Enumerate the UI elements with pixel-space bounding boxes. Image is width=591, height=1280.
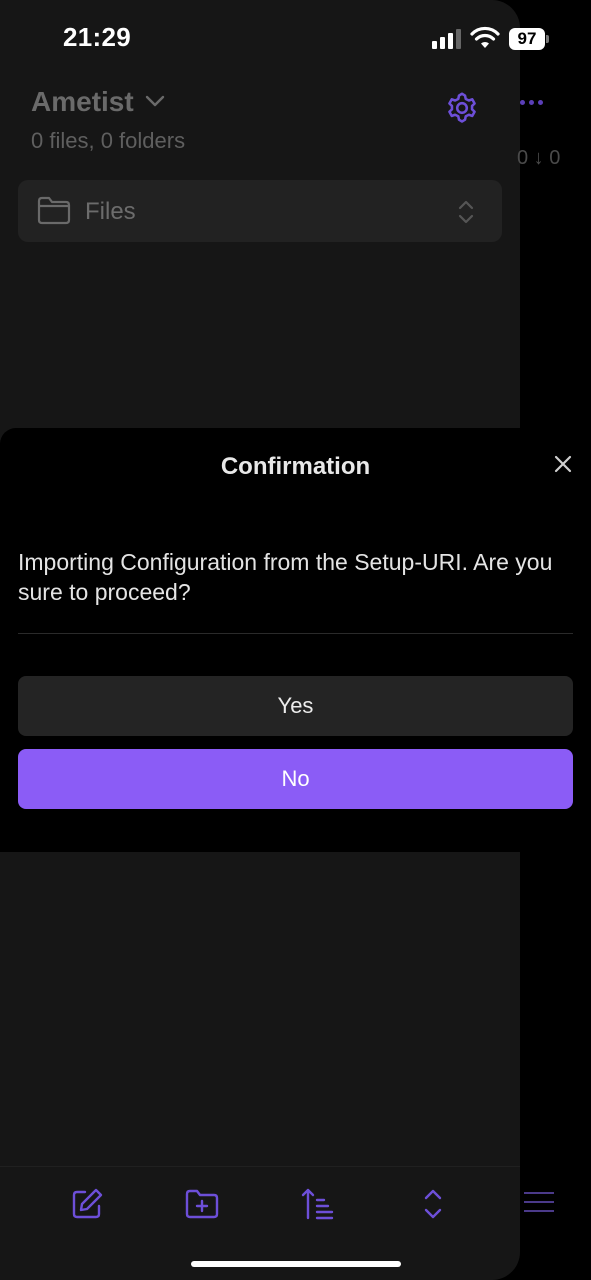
wifi-icon — [470, 26, 500, 48]
toolbar-divider — [0, 1166, 520, 1167]
yes-button[interactable]: Yes — [18, 676, 573, 736]
folder-icon — [37, 196, 71, 225]
new-folder-icon[interactable] — [184, 1186, 220, 1222]
more-options-icon[interactable] — [520, 92, 560, 122]
confirmation-dialog: Confirmation Importing Configuration fro… — [0, 428, 591, 852]
sort-icon[interactable] — [300, 1186, 336, 1222]
home-indicator[interactable] — [191, 1261, 401, 1267]
close-icon[interactable] — [552, 453, 574, 475]
file-nav-label: Files — [85, 198, 136, 225]
collapse-icon[interactable] — [415, 1186, 451, 1222]
status-time: 21:29 — [63, 22, 131, 52]
no-button[interactable]: No — [18, 749, 573, 809]
gear-icon[interactable] — [444, 90, 480, 126]
up-down-icon — [458, 200, 474, 224]
dialog-message: Importing Configuration from the Setup-U… — [18, 549, 553, 605]
battery-tip — [546, 35, 549, 43]
new-note-icon[interactable] — [69, 1186, 105, 1222]
dialog-title: Confirmation — [220, 453, 371, 480]
battery-indicator: 97 — [509, 28, 545, 50]
cellular-signal-icon — [432, 29, 462, 49]
vault-name[interactable]: Ametist — [31, 86, 134, 118]
sync-counts: 0 ↓ 0 — [517, 147, 561, 169]
menu-icon[interactable] — [524, 1192, 554, 1214]
vault-stats: 0 files, 0 folders — [31, 128, 186, 153]
chevron-down-icon[interactable] — [144, 92, 166, 110]
dialog-divider — [18, 633, 573, 634]
